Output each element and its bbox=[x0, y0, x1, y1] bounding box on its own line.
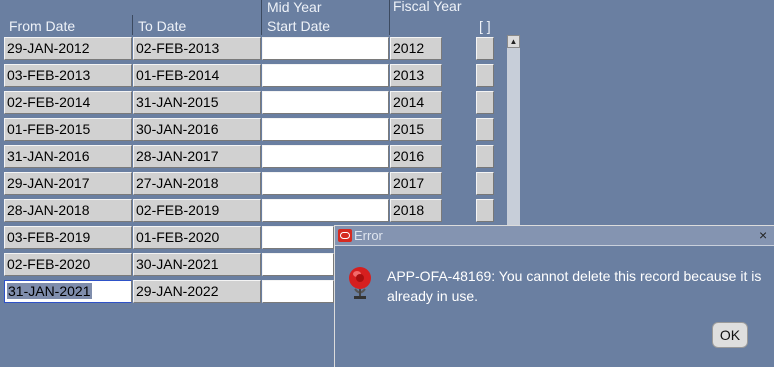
row-flag-checkbox[interactable] bbox=[476, 145, 494, 168]
dialog-title-bar[interactable]: Error × bbox=[335, 226, 774, 246]
from-date-field[interactable]: 01-FEB-2015 bbox=[4, 118, 132, 141]
from-date-field[interactable]: 31-JAN-2016 bbox=[4, 145, 132, 168]
to-date-field[interactable]: 01-FEB-2020 bbox=[133, 226, 261, 249]
mid-year-start-date-field[interactable] bbox=[262, 37, 389, 60]
error-dialog: Error × APP-OFA-48169: You cannot delete… bbox=[334, 225, 774, 367]
header-divider bbox=[389, 0, 390, 35]
to-date-field[interactable]: 29-JAN-2022 bbox=[133, 280, 261, 303]
header-mid-year-line1: Mid Year bbox=[267, 0, 322, 15]
selected-text: 31-JAN-2021 bbox=[7, 283, 92, 299]
to-date-field[interactable]: 31-JAN-2015 bbox=[133, 91, 261, 114]
fiscal-year-field[interactable]: 2014 bbox=[390, 91, 442, 114]
alarm-bell-icon bbox=[349, 267, 371, 299]
from-date-field[interactable]: 29-JAN-2017 bbox=[4, 172, 132, 195]
from-date-field[interactable]: 03-FEB-2019 bbox=[4, 226, 132, 249]
header-flag: [ ] bbox=[479, 18, 491, 34]
row-flag-checkbox[interactable] bbox=[476, 64, 494, 87]
row-flag-checkbox[interactable] bbox=[476, 37, 494, 60]
row-flag-checkbox[interactable] bbox=[476, 91, 494, 114]
fiscal-year-field[interactable]: 2013 bbox=[390, 64, 442, 87]
mid-year-start-date-field[interactable] bbox=[262, 145, 389, 168]
oracle-logo-icon bbox=[338, 229, 352, 242]
mid-year-start-date-field[interactable] bbox=[262, 91, 389, 114]
to-date-field[interactable]: 28-JAN-2017 bbox=[133, 145, 261, 168]
close-icon[interactable]: × bbox=[759, 227, 767, 243]
fiscal-year-field[interactable]: 2018 bbox=[390, 199, 442, 222]
to-date-field[interactable]: 27-JAN-2018 bbox=[133, 172, 261, 195]
ok-button[interactable]: OK bbox=[712, 322, 748, 348]
mid-year-start-date-field[interactable] bbox=[262, 253, 334, 276]
row-flag-checkbox[interactable] bbox=[476, 172, 494, 195]
error-message: APP-OFA-48169: You cannot delete this re… bbox=[387, 268, 762, 304]
to-date-field[interactable]: 01-FEB-2014 bbox=[133, 64, 261, 87]
row-flag-checkbox[interactable] bbox=[476, 199, 494, 222]
header-to-date: To Date bbox=[138, 18, 187, 34]
from-date-field[interactable]: 29-JAN-2012 bbox=[4, 37, 132, 60]
mid-year-start-date-field[interactable] bbox=[262, 118, 389, 141]
scroll-up-arrow-icon[interactable]: ▲ bbox=[507, 35, 520, 48]
header-divider bbox=[132, 15, 133, 35]
mid-year-start-date-field[interactable] bbox=[262, 226, 334, 249]
to-date-field[interactable]: 30-JAN-2016 bbox=[133, 118, 261, 141]
fiscal-year-field[interactable]: 2012 bbox=[390, 37, 442, 60]
mid-year-start-date-field[interactable] bbox=[262, 280, 334, 303]
header-fiscal-year: Fiscal Year bbox=[393, 0, 462, 14]
from-date-field[interactable]: 03-FEB-2013 bbox=[4, 64, 132, 87]
fiscal-year-field[interactable]: 2016 bbox=[390, 145, 442, 168]
mid-year-start-date-field[interactable] bbox=[262, 199, 389, 222]
fiscal-year-field[interactable]: 2015 bbox=[390, 118, 442, 141]
from-date-field[interactable]: 02-FEB-2020 bbox=[4, 253, 132, 276]
from-date-field[interactable]: 28-JAN-2018 bbox=[4, 199, 132, 222]
row-flag-checkbox[interactable] bbox=[476, 118, 494, 141]
from-date-field-active[interactable]: 31-JAN-2021 bbox=[4, 280, 132, 303]
to-date-field[interactable]: 02-FEB-2013 bbox=[133, 37, 261, 60]
dialog-title: Error bbox=[354, 228, 383, 243]
fiscal-year-field[interactable]: 2017 bbox=[390, 172, 442, 195]
mid-year-start-date-field[interactable] bbox=[262, 64, 389, 87]
to-date-field[interactable]: 02-FEB-2019 bbox=[133, 199, 261, 222]
header-from-date: From Date bbox=[9, 18, 76, 34]
vertical-scrollbar[interactable] bbox=[507, 35, 520, 227]
to-date-field[interactable]: 30-JAN-2021 bbox=[133, 253, 261, 276]
from-date-field[interactable]: 02-FEB-2014 bbox=[4, 91, 132, 114]
header-divider bbox=[261, 0, 262, 35]
header-mid-year-line2: Start Date bbox=[267, 18, 331, 34]
mid-year-start-date-field[interactable] bbox=[262, 172, 389, 195]
